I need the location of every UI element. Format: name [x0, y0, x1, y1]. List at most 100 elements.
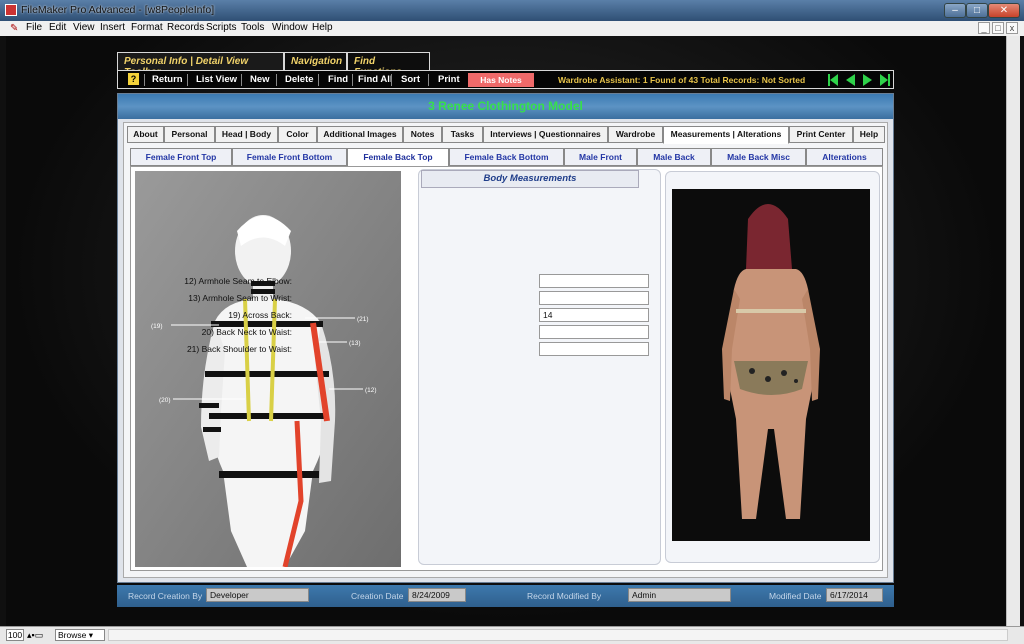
tab-notes[interactable]: Notes: [403, 126, 442, 143]
record-modified-by-label: Record Modified By: [527, 591, 602, 601]
modified-date-label: Modified Date: [769, 591, 822, 601]
toolbar-separator: [241, 74, 242, 86]
mdi-minimize-button[interactable]: _: [978, 22, 990, 34]
model-back-photo[interactable]: [672, 189, 870, 541]
toolbar-separator: [144, 74, 145, 86]
filemaker-app-icon: [5, 4, 17, 16]
menu-view[interactable]: View: [73, 22, 95, 33]
mdi-controls: _ □ x: [976, 22, 1018, 34]
title-bar: FileMaker Pro Advanced - [w8PeopleInfo] …: [0, 0, 1024, 21]
subtab-female-back-top[interactable]: Female Back Top: [347, 148, 449, 167]
sort-button[interactable]: Sort: [401, 74, 420, 85]
print-button[interactable]: Print: [438, 74, 460, 85]
has-notes-button[interactable]: Has Notes: [468, 73, 534, 87]
toolbar-separator: [391, 74, 392, 86]
armhole-seam-to-elbow-field[interactable]: [539, 274, 649, 288]
document-icon[interactable]: ✎: [10, 23, 18, 34]
measurement-label-20: (20): [159, 397, 171, 404]
tab-about[interactable]: About: [127, 126, 164, 143]
menu-bar: ✎ File Edit View Insert Format Records S…: [0, 21, 1024, 36]
armhole-seam-to-wrist-field[interactable]: [539, 291, 649, 305]
mannequin-diagram: (19) (21) (13) (12) (20): [135, 171, 401, 567]
mdi-close-button[interactable]: x: [1006, 22, 1018, 34]
record-footer: Record Creation By Developer Creation Da…: [117, 585, 894, 607]
tab-personal[interactable]: Personal: [164, 126, 215, 143]
vertical-scrollbar[interactable]: [1006, 36, 1020, 626]
detail-view-toolbar: ? Return List View New Delete Find Find …: [117, 70, 894, 89]
menu-help[interactable]: Help: [312, 22, 333, 33]
toolbar-tab-find-functions[interactable]: Find Functions: [347, 52, 430, 78]
measurement-label-12: (12): [365, 387, 377, 394]
help-icon[interactable]: ?: [128, 73, 139, 85]
zoom-controls-icon[interactable]: ▴▪▭: [27, 630, 43, 641]
horizontal-scrollbar[interactable]: [108, 629, 1008, 641]
return-button[interactable]: Return: [152, 74, 183, 85]
last-record-icon[interactable]: [880, 74, 888, 86]
mode-selector[interactable]: Browse ▾: [55, 629, 105, 641]
creation-date-field[interactable]: 8/24/2009: [408, 588, 466, 602]
tab-head-body[interactable]: Head | Body: [215, 126, 278, 143]
last-record-bar-icon: [888, 74, 890, 86]
mode-label: Browse: [58, 630, 87, 640]
record-header: 3 Renee Clothington Model: [118, 94, 893, 119]
maximize-button[interactable]: □: [966, 3, 988, 18]
menu-file[interactable]: File: [26, 22, 42, 33]
measurement-label: 12) Armhole Seam to Elbow:: [184, 276, 292, 286]
measurement-label: 20) Back Neck to Waist:: [201, 327, 292, 337]
female-back-top-panel: (19) (21) (13) (12) (20) Body Measuremen…: [130, 166, 883, 571]
subtab-male-front[interactable]: Male Front: [564, 148, 637, 166]
delete-button[interactable]: Delete: [285, 74, 314, 85]
measurement-label-21: (21): [357, 316, 369, 323]
find-button[interactable]: Find: [328, 74, 348, 85]
measurement-label: 13) Armhole Seam to Wrist:: [188, 293, 292, 303]
record-title: 3 Renee Clothington Model: [428, 99, 583, 113]
tab-help[interactable]: Help: [853, 126, 885, 143]
first-record-bar-icon: [828, 74, 830, 86]
subtab-male-back-misc[interactable]: Male Back Misc: [711, 148, 806, 166]
subtab-female-back-bottom[interactable]: Female Back Bottom: [449, 148, 564, 166]
measurement-label-19: (19): [151, 323, 163, 330]
tab-interviews-questionnaires[interactable]: Interviews | Questionnaires: [483, 126, 608, 143]
tab-tasks[interactable]: Tasks: [442, 126, 483, 143]
first-record-icon[interactable]: [830, 74, 838, 86]
tab-additional-images[interactable]: Additional Images: [317, 126, 403, 143]
zoom-level[interactable]: 100: [6, 629, 24, 641]
record-creation-by-field[interactable]: Developer: [206, 588, 309, 602]
tab-container: About Personal Head | Body Color Additio…: [123, 122, 888, 578]
measurements-panel: [418, 169, 661, 565]
menu-tools[interactable]: Tools: [241, 22, 264, 33]
menu-insert[interactable]: Insert: [100, 22, 125, 33]
toolbar-tab-navigation[interactable]: Navigation: [284, 52, 347, 70]
subtab-male-back[interactable]: Male Back: [637, 148, 711, 166]
across-back-field[interactable]: 14: [539, 308, 649, 322]
menu-records[interactable]: Records: [167, 22, 204, 33]
close-button[interactable]: ✕: [988, 3, 1020, 18]
menu-edit[interactable]: Edit: [49, 22, 66, 33]
tab-wardrobe[interactable]: Wardrobe: [608, 126, 663, 143]
menu-scripts[interactable]: Scripts: [206, 22, 237, 33]
tab-measurements-alterations[interactable]: Measurements | Alterations: [663, 126, 789, 144]
creation-date-label: Creation Date: [351, 591, 404, 601]
back-shoulder-to-waist-field[interactable]: [539, 342, 649, 356]
menu-window[interactable]: Window: [272, 22, 308, 33]
subtab-female-front-top[interactable]: Female Front Top: [130, 148, 232, 166]
list-view-button[interactable]: List View: [196, 74, 237, 85]
record-modified-by-field[interactable]: Admin: [628, 588, 731, 602]
subtab-alterations[interactable]: Alterations: [806, 148, 883, 166]
minimize-button[interactable]: –: [944, 3, 966, 18]
previous-record-icon[interactable]: [846, 74, 855, 86]
record-panel: 3 Renee Clothington Model About Personal…: [117, 93, 894, 583]
back-neck-to-waist-field[interactable]: [539, 325, 649, 339]
find-all-button[interactable]: Find All: [358, 74, 392, 85]
modified-date-field[interactable]: 6/17/2014: [826, 588, 883, 602]
tab-print-center[interactable]: Print Center: [789, 126, 853, 143]
mdi-restore-button[interactable]: □: [992, 22, 1004, 34]
new-button[interactable]: New: [250, 74, 270, 85]
next-record-icon[interactable]: [863, 74, 872, 86]
wardrobe-assistant-status: Wardrobe Assistant: 1 Found of 43 Total …: [558, 75, 806, 85]
toolbar-separator: [318, 74, 319, 86]
tab-color[interactable]: Color: [278, 126, 317, 143]
menu-format[interactable]: Format: [131, 22, 163, 33]
toolbar-tab-personal-info[interactable]: Personal Info | Detail View Toolbar: [117, 52, 284, 78]
subtab-female-front-bottom[interactable]: Female Front Bottom: [232, 148, 347, 166]
